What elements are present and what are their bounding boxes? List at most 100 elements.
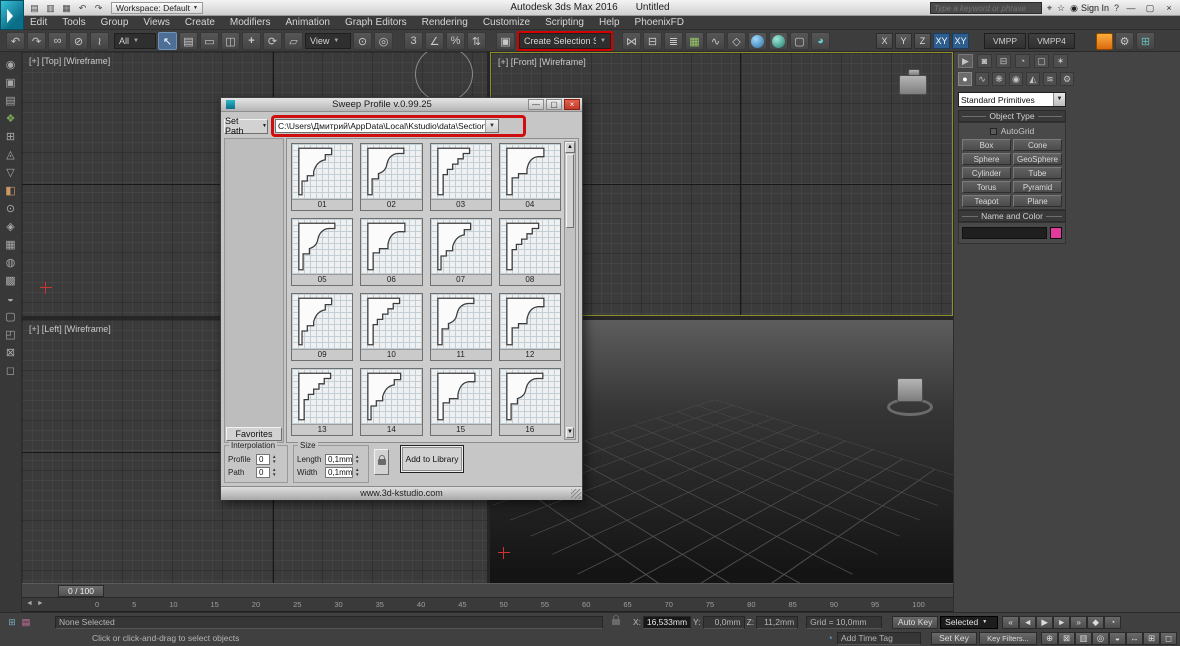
listener-log-icon[interactable]: ▤ — [19, 616, 33, 629]
profile-scrollbar[interactable]: ▲ ▼ — [564, 141, 576, 440]
left-toolbar-icon-1[interactable]: ◉ — [6, 60, 16, 71]
left-toolbar-icon-3[interactable]: ▤ — [5, 96, 15, 107]
unlink-selection-icon[interactable]: ⊘ — [69, 32, 88, 50]
category-systems-icon[interactable]: ⚙ — [1060, 72, 1074, 86]
workspace-dropdown[interactable]: Workspace: Default ▼ — [111, 2, 203, 14]
set-path-button[interactable]: Set Path ▼ — [224, 119, 268, 134]
field-of-view-icon[interactable]: ▥ — [1075, 632, 1092, 645]
named-selection-set-dropdown[interactable]: Create Selection Se ▼ — [519, 33, 611, 49]
menu-item-views[interactable]: Views — [143, 17, 170, 28]
graphite-ribbon-icon[interactable]: ▦ — [685, 32, 704, 50]
key-filters-button[interactable]: Key Filters... — [979, 632, 1037, 645]
dialog-maximize-button[interactable]: ▢ — [546, 99, 562, 110]
favorites-button[interactable]: Favorites — [226, 427, 282, 441]
material-editor-icon[interactable] — [748, 32, 767, 50]
time-slider-handle[interactable]: 0 / 100 — [58, 585, 104, 597]
profile-item-04[interactable]: 04 — [499, 143, 561, 211]
teapot-object-perspective[interactable] — [897, 378, 923, 402]
menu-item-customize[interactable]: Customize — [483, 17, 530, 28]
window-crossing-icon[interactable]: ◫ — [221, 32, 240, 50]
select-and-scale-icon[interactable]: ▱ — [284, 32, 303, 50]
align-icon[interactable]: ⊟ — [643, 32, 662, 50]
curve-editor-icon[interactable]: ∿ — [706, 32, 725, 50]
mirror-icon[interactable]: ⋈ — [622, 32, 641, 50]
menu-item-animation[interactable]: Animation — [285, 17, 329, 28]
left-toolbar-icon-10[interactable]: ◈ — [6, 222, 14, 233]
redo-icon[interactable]: ↷ — [92, 2, 105, 14]
profile-item-11[interactable]: 11 — [430, 293, 492, 361]
undo-icon[interactable]: ↶ — [6, 32, 25, 50]
search-input[interactable] — [930, 2, 1042, 14]
reference-coordinate-dropdown[interactable]: View▼ — [305, 33, 351, 49]
menu-item-modifiers[interactable]: Modifiers — [230, 17, 271, 28]
menu-item-group[interactable]: Group — [101, 17, 129, 28]
viewport-layout-icon[interactable]: ◻ — [1160, 632, 1177, 645]
vmpp4-button[interactable]: VMPP4 — [1028, 33, 1075, 49]
favorites-star-icon[interactable]: ☆ — [1057, 3, 1065, 14]
box-button[interactable]: Box — [962, 139, 1011, 151]
profile-item-01[interactable]: 01 — [291, 143, 353, 211]
zoom-extents-icon[interactable]: ⊕ — [1041, 632, 1058, 645]
zoom-region-icon[interactable]: ⊠ — [1058, 632, 1075, 645]
grid-tools-icon[interactable]: ⊞ — [1136, 32, 1155, 50]
dialog-titlebar[interactable]: Sweep Profile v.0.99.25 — ▢ × — [221, 98, 582, 112]
axis-constraint-xy2-button[interactable]: XY — [952, 33, 969, 49]
primitives-category-dropdown[interactable]: Standard Primitives ▼ — [958, 92, 1066, 107]
bind-to-space-warp-icon[interactable]: ≀ — [90, 32, 109, 50]
phoenixfd-plugin-icon[interactable] — [1096, 33, 1113, 50]
geosphere-button[interactable]: GeoSphere — [1013, 153, 1062, 165]
menu-item-phoenixfd[interactable]: PhoenixFD — [635, 17, 684, 28]
name-color-rollout-header[interactable]: Name and Color — [958, 210, 1066, 222]
profile-item-03[interactable]: 03 — [430, 143, 492, 211]
teapot-button[interactable]: Teapot — [962, 195, 1011, 207]
chevron-down-icon[interactable]: ▼ — [485, 120, 498, 132]
path-spinner-value[interactable]: 0 — [256, 467, 270, 478]
tab-modify-icon[interactable]: ◙ — [977, 54, 992, 68]
left-toolbar-icon-13[interactable]: ▩ — [5, 276, 15, 287]
axis-constraint-y-button[interactable]: Y — [895, 33, 912, 49]
maximize-viewport-icon[interactable]: ⊞ — [1143, 632, 1160, 645]
track-bar[interactable]: ◄► 0 5 10 15 20 25 30 35 40 45 50 55 60 … — [22, 598, 953, 612]
profile-item-07[interactable]: 07 — [430, 218, 492, 286]
torus-button[interactable]: Torus — [962, 181, 1011, 193]
length-value[interactable]: 0,1mm — [325, 454, 353, 465]
zoom-icon[interactable]: ↔ — [1126, 632, 1143, 645]
track-bar-arrows[interactable]: ◄► — [26, 600, 48, 607]
profile-item-02[interactable]: 02 — [360, 143, 422, 211]
dialog-minimize-button[interactable]: — — [528, 99, 544, 110]
viewport-left-label[interactable]: [+] [Left] [Wireframe] — [29, 324, 111, 334]
dialog-close-button[interactable]: × — [564, 99, 580, 110]
pyramid-button[interactable]: Pyramid — [1013, 181, 1062, 193]
resize-grip[interactable] — [571, 489, 581, 499]
use-pivot-point-icon[interactable]: ⊙ — [353, 32, 372, 50]
percent-snap-icon[interactable]: % — [446, 32, 465, 50]
rectangular-selection-region-icon[interactable]: ▭ — [200, 32, 219, 50]
mini-listener-icon[interactable]: ⊞ — [5, 616, 19, 629]
menu-item-create[interactable]: Create — [185, 17, 215, 28]
play-button[interactable]: ▶ — [1036, 616, 1053, 629]
cylinder-button[interactable]: Cylinder — [962, 167, 1011, 179]
profile-item-09[interactable]: 09 — [291, 293, 353, 361]
select-and-link-icon[interactable]: ∞ — [48, 32, 67, 50]
select-and-manipulate-icon[interactable]: ◎ — [374, 32, 393, 50]
tube-button[interactable]: Tube — [1013, 167, 1062, 179]
help-menu[interactable]: ? — [1114, 3, 1119, 13]
render-production-icon[interactable]: ◕ — [811, 32, 830, 50]
profile-item-05[interactable]: 05 — [291, 218, 353, 286]
left-toolbar-icon-5[interactable]: ⊞ — [6, 132, 15, 143]
y-coordinate-field[interactable]: 0,0mm — [703, 616, 745, 629]
angle-snap-icon[interactable]: ∠ — [425, 32, 444, 50]
object-name-field[interactable] — [962, 227, 1047, 239]
tab-create-icon[interactable]: ▶ — [958, 54, 973, 68]
select-by-name-icon[interactable]: ▤ — [179, 32, 198, 50]
menu-item-rendering[interactable]: Rendering — [422, 17, 468, 28]
select-and-move-icon[interactable]: + — [242, 32, 261, 50]
sphere-button[interactable]: Sphere — [962, 153, 1011, 165]
add-time-tag-field[interactable]: Add Time Tag — [837, 632, 921, 645]
edit-named-selection-sets-icon[interactable]: ▣ — [496, 32, 515, 50]
scroll-up-icon[interactable]: ▲ — [565, 142, 575, 153]
render-setup-icon[interactable] — [769, 32, 788, 50]
open-file-icon[interactable]: ▥ — [44, 2, 57, 14]
left-toolbar-icon-9[interactable]: ⊙ — [6, 204, 15, 215]
object-color-swatch[interactable] — [1050, 227, 1062, 239]
